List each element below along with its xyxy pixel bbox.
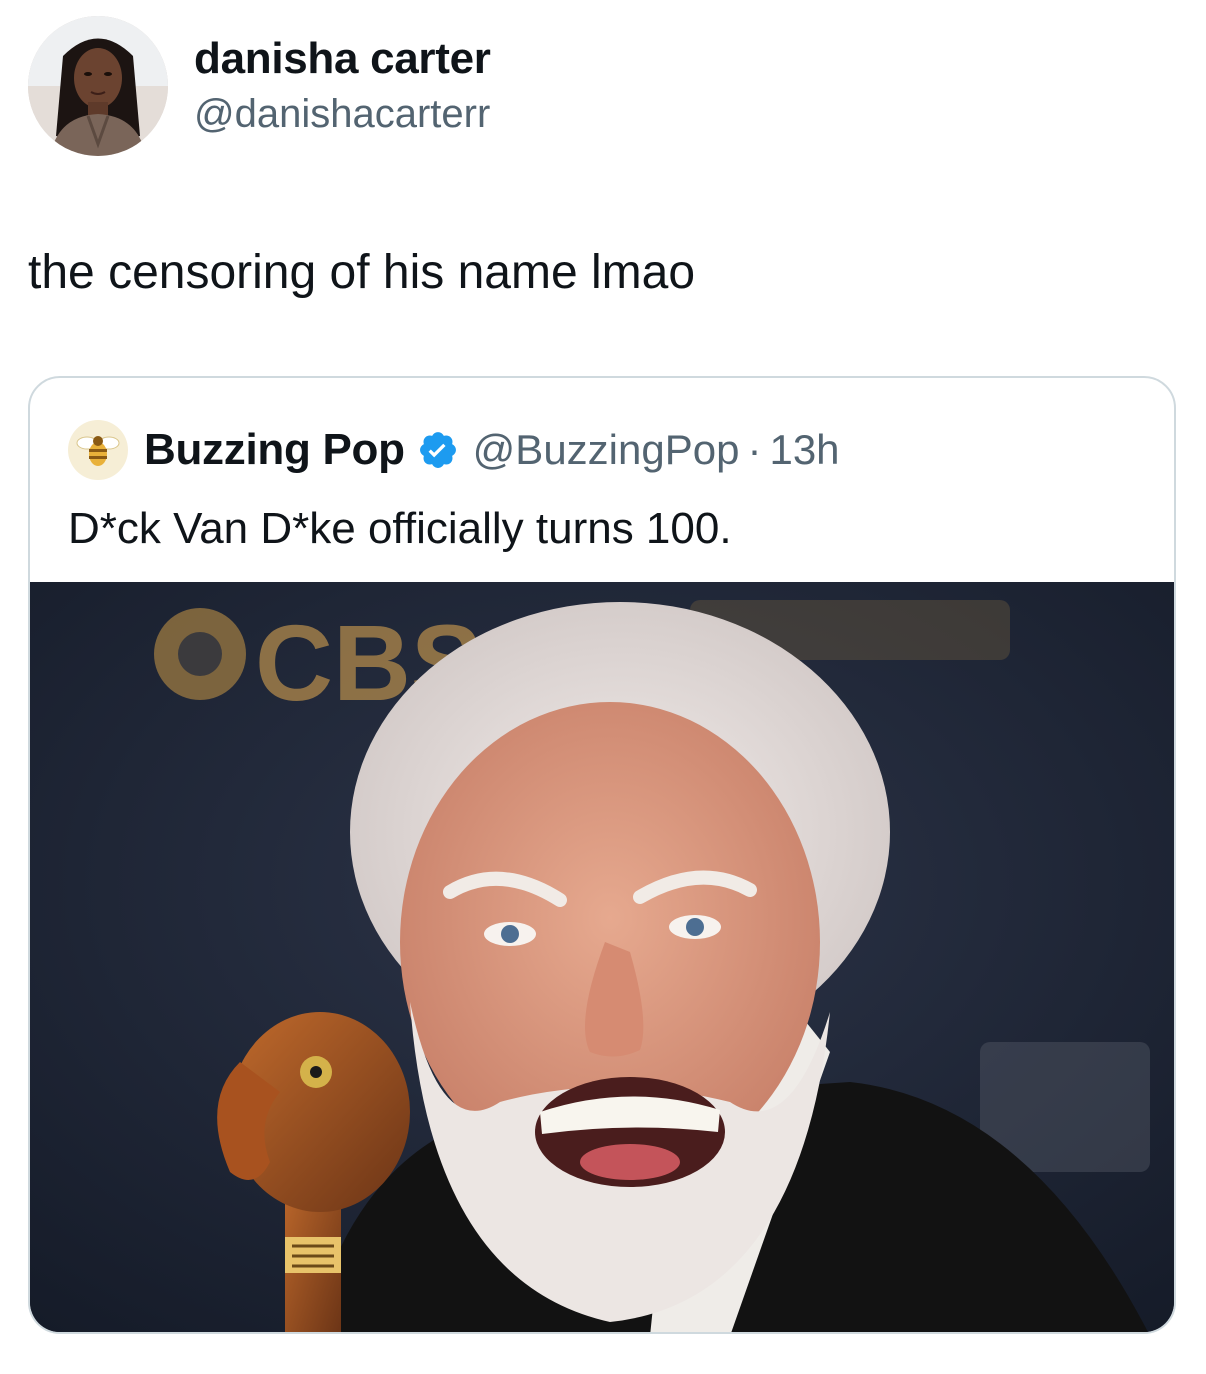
- bee-icon: [76, 436, 120, 466]
- author-handle[interactable]: @danishacarterr: [194, 89, 491, 139]
- post-text: the censoring of his name lmao: [28, 246, 696, 299]
- header-separator: ·: [747, 426, 762, 473]
- quoted-author-avatar[interactable]: [68, 420, 128, 480]
- quoted-author-display-name[interactable]: Buzzing Pop: [144, 425, 405, 475]
- quoted-post-time[interactable]: 13h: [769, 426, 839, 474]
- quoted-post-header: Buzzing Pop @BuzzingPop · 13h: [68, 420, 840, 480]
- author-names: danisha carter @danishacarterr: [194, 33, 491, 139]
- quoted-author-handle[interactable]: @BuzzingPop: [473, 426, 740, 474]
- verified-badge-icon: [417, 429, 459, 471]
- quoted-post-card[interactable]: Buzzing Pop @BuzzingPop · 13h D*ck Van D…: [28, 376, 1176, 1334]
- author-avatar[interactable]: [28, 16, 168, 156]
- post-author: danisha carter @danishacarterr: [28, 16, 491, 156]
- quoted-post-photo[interactable]: CBS: [30, 582, 1174, 1332]
- quoted-post-text: D*ck Van D*ke officially turns 100.: [68, 504, 732, 553]
- profile-photo-icon: [28, 16, 168, 156]
- post-screenshot: danisha carter @danishacarterr the censo…: [0, 0, 1206, 1374]
- author-display-name[interactable]: danisha carter: [194, 33, 491, 85]
- photo-image: CBS: [30, 582, 1174, 1332]
